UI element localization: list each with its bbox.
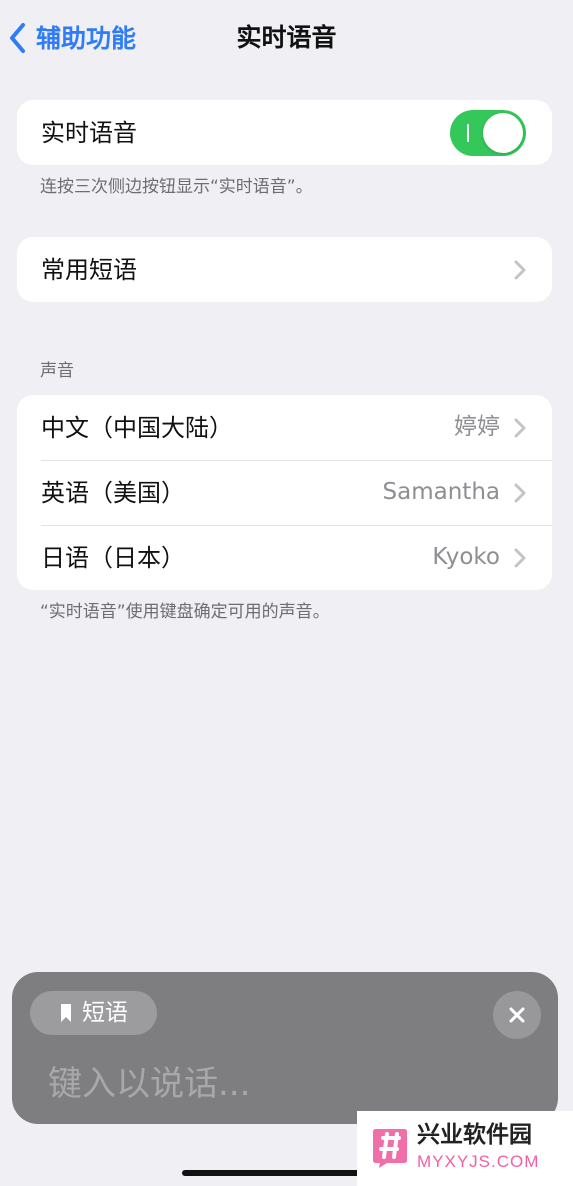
page-title: 实时语音 [236, 23, 337, 52]
live-speech-overlay: 短语 [12, 972, 558, 1124]
voice-language-label: 英语（美国） [41, 478, 185, 507]
live-speech-toggle-container [450, 109, 526, 156]
watermark-url: MYXYJS.COM [417, 1152, 540, 1171]
voices-section-header: 声音 [40, 361, 74, 381]
voice-value-container: 婷婷 [454, 416, 526, 439]
live-speech-label: 实时语音 [41, 118, 137, 147]
voices-footer: “实时语音”使用键盘确定可用的声音。 [40, 602, 330, 622]
live-speech-row: 实时语音 [17, 100, 552, 165]
phrases-card: 常用短语 [17, 237, 552, 302]
close-icon [509, 1007, 525, 1023]
live-speech-toggle[interactable] [450, 109, 526, 156]
chevron-right-icon [514, 483, 526, 502]
phrases-label: 常用短语 [41, 255, 137, 284]
voices-card: 中文（中国大陆） 婷婷 英语（美国） Samantha 日语（日本） Kyoko [17, 395, 552, 590]
phrases-row-right [514, 260, 526, 280]
voice-language-label: 中文（中国大陆） [41, 413, 233, 442]
watermark-title: 兴业软件园 [417, 1122, 532, 1148]
phrases-button[interactable]: 短语 [30, 991, 157, 1035]
logo-icon [373, 1129, 407, 1168]
voice-value: Samantha [382, 479, 500, 505]
phrases-button-label: 短语 [82, 999, 128, 1026]
live-speech-card: 实时语音 [17, 100, 552, 165]
close-button[interactable] [493, 991, 541, 1039]
chevron-right-icon [514, 548, 526, 567]
chevron-right-icon [514, 260, 526, 279]
voice-row-chinese[interactable]: 中文（中国大陆） 婷婷 [17, 395, 552, 460]
voice-value-container: Samantha [383, 481, 526, 504]
bookmark-icon [61, 1004, 71, 1022]
voice-row-english[interactable]: 英语（美国） Samantha [17, 460, 552, 525]
chevron-right-icon [514, 418, 526, 437]
voice-language-label: 日语（日本） [41, 543, 185, 572]
voice-row-japanese[interactable]: 日语（日本） Kyoko [17, 525, 552, 590]
speech-input[interactable] [48, 1064, 518, 1104]
phrases-row[interactable]: 常用短语 [17, 237, 552, 302]
navigation-bar: 辅助功能 实时语音 [0, 0, 573, 84]
live-speech-footer: 连按三次侧边按钮显示“实时语音”。 [40, 177, 313, 197]
voice-value: Kyoko [432, 544, 500, 570]
watermark: 兴业软件园 MYXYJS.COM [357, 1111, 573, 1186]
voice-value-container: Kyoko [432, 546, 526, 569]
toggle-knob [483, 112, 523, 153]
toggle-on-mark [467, 123, 469, 142]
voice-value: 婷婷 [454, 414, 500, 440]
